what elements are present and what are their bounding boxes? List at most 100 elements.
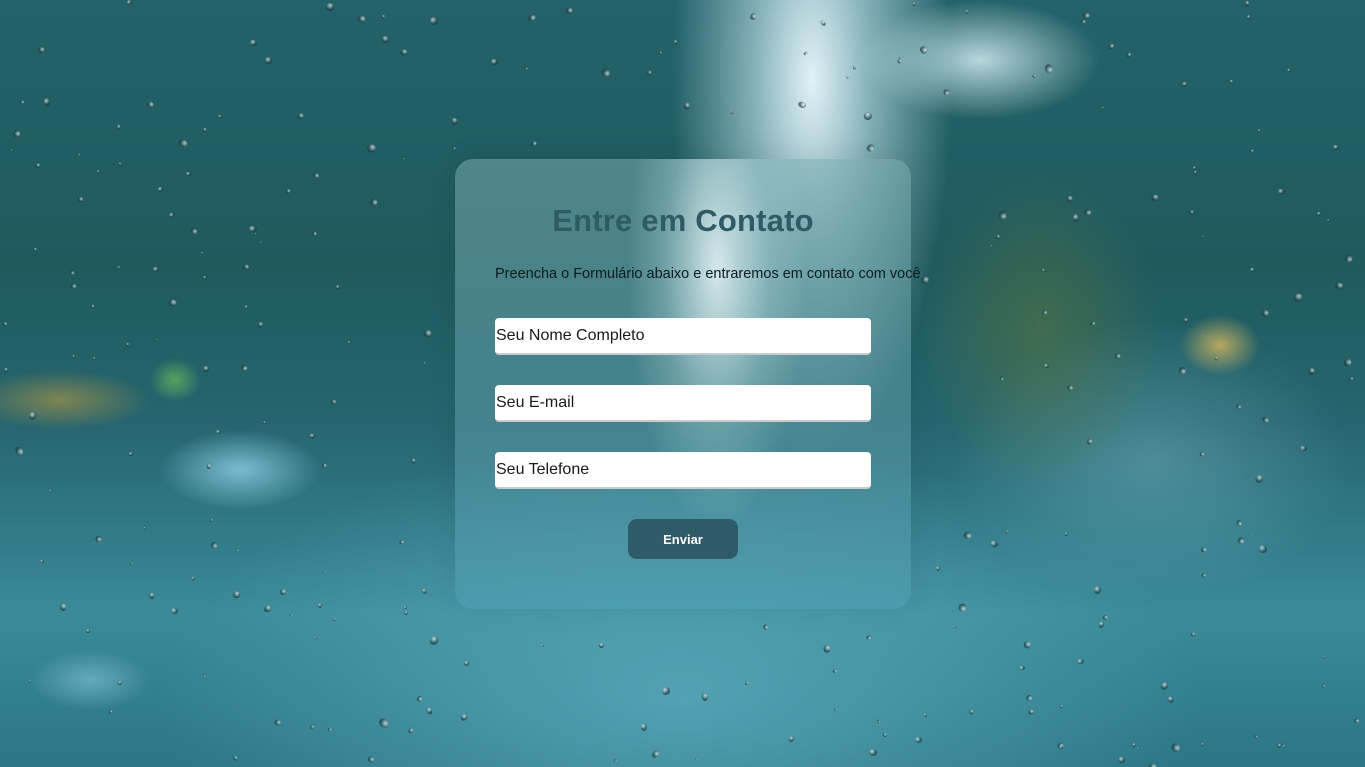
raindrop bbox=[1254, 734, 1259, 738]
raindrop bbox=[280, 588, 287, 595]
raindrop bbox=[640, 722, 649, 732]
raindrop bbox=[797, 100, 808, 110]
raindrop bbox=[695, 757, 698, 760]
raindrop bbox=[1131, 742, 1137, 748]
raindrop bbox=[366, 754, 376, 764]
raindrop bbox=[861, 110, 873, 122]
raindrop bbox=[39, 559, 44, 563]
raindrop bbox=[368, 197, 380, 208]
raindrop bbox=[1344, 254, 1354, 263]
raindrop bbox=[1249, 267, 1256, 274]
raindrop bbox=[11, 128, 22, 139]
raindrop bbox=[1249, 147, 1255, 153]
raindrop bbox=[995, 235, 1000, 240]
raindrop bbox=[877, 719, 882, 724]
raindrop bbox=[1147, 762, 1158, 767]
raindrop bbox=[1059, 704, 1064, 709]
raindrop bbox=[1299, 445, 1307, 452]
raindrop bbox=[254, 233, 257, 236]
submit-button[interactable]: Enviar bbox=[628, 519, 738, 559]
raindrop bbox=[600, 67, 612, 78]
raindrop bbox=[170, 608, 179, 615]
raindrop bbox=[1150, 193, 1159, 201]
raindrop bbox=[289, 612, 293, 617]
raindrop bbox=[1352, 716, 1361, 725]
raindrop bbox=[1214, 355, 1219, 361]
raindrop bbox=[142, 526, 147, 530]
raindrop bbox=[647, 69, 652, 76]
raindrop bbox=[1025, 694, 1034, 702]
raindrop bbox=[322, 569, 327, 573]
raindrop bbox=[147, 591, 156, 600]
full-name-input[interactable] bbox=[495, 318, 871, 355]
raindrop bbox=[167, 211, 175, 219]
raindrop bbox=[367, 143, 377, 153]
raindrop bbox=[1248, 532, 1252, 536]
raindrop bbox=[248, 38, 258, 47]
raindrop bbox=[331, 399, 337, 406]
raindrop bbox=[1004, 530, 1009, 534]
raindrop bbox=[845, 75, 849, 79]
raindrop bbox=[71, 354, 76, 359]
raindrop bbox=[215, 429, 221, 435]
raindrop bbox=[249, 225, 258, 232]
raindrop bbox=[91, 304, 95, 309]
raindrop bbox=[202, 673, 206, 677]
raindrop bbox=[598, 642, 605, 649]
raindrop bbox=[459, 712, 469, 722]
raindrop bbox=[327, 727, 333, 732]
raindrop bbox=[673, 39, 679, 44]
raindrop bbox=[1066, 195, 1073, 202]
raindrop bbox=[43, 97, 51, 106]
raindrop bbox=[658, 50, 663, 55]
raindrop bbox=[1100, 106, 1104, 110]
raindrop bbox=[308, 432, 316, 440]
raindrop bbox=[1102, 614, 1110, 621]
raindrop bbox=[912, 1, 918, 7]
raindrop bbox=[402, 157, 406, 161]
raindrop bbox=[1113, 352, 1122, 360]
raindrop bbox=[117, 161, 121, 165]
raindrop bbox=[989, 245, 992, 248]
raindrop bbox=[1117, 755, 1127, 765]
raindrop bbox=[1169, 741, 1182, 754]
raindrop bbox=[420, 587, 428, 595]
raindrop bbox=[3, 321, 8, 326]
raindrop bbox=[313, 636, 317, 640]
raindrop bbox=[1166, 695, 1175, 705]
raindrop bbox=[1286, 67, 1292, 73]
raindrop bbox=[1183, 316, 1190, 324]
email-input[interactable] bbox=[495, 385, 871, 422]
raindrop bbox=[1080, 18, 1086, 24]
raindrop bbox=[210, 518, 214, 523]
raindrop bbox=[959, 603, 967, 612]
raindrop bbox=[85, 628, 91, 634]
raindrop bbox=[452, 146, 457, 150]
raindrop bbox=[273, 717, 282, 727]
raindrop bbox=[321, 461, 328, 469]
raindrop bbox=[263, 604, 274, 614]
raindrop bbox=[923, 712, 928, 717]
raindrop bbox=[1031, 72, 1037, 78]
raindrop bbox=[232, 755, 238, 761]
raindrop bbox=[263, 56, 273, 66]
raindrop bbox=[1064, 531, 1069, 536]
phone-input[interactable] bbox=[495, 452, 871, 489]
raindrop bbox=[1236, 404, 1242, 410]
raindrop bbox=[998, 210, 1007, 220]
raindrop bbox=[157, 186, 163, 193]
raindrop bbox=[833, 707, 838, 712]
raindrop bbox=[1332, 144, 1340, 152]
raindrop bbox=[832, 668, 838, 674]
raindrop bbox=[729, 110, 734, 115]
raindrop bbox=[1261, 416, 1271, 425]
raindrop bbox=[1246, 14, 1252, 20]
raindrop bbox=[332, 617, 336, 621]
raindrop bbox=[540, 644, 544, 648]
raindrop bbox=[1322, 655, 1326, 659]
raindrop bbox=[1327, 218, 1331, 222]
raindrop bbox=[189, 226, 199, 236]
raindrop bbox=[129, 561, 134, 566]
raindrop bbox=[202, 364, 211, 373]
raindrop bbox=[242, 264, 249, 270]
